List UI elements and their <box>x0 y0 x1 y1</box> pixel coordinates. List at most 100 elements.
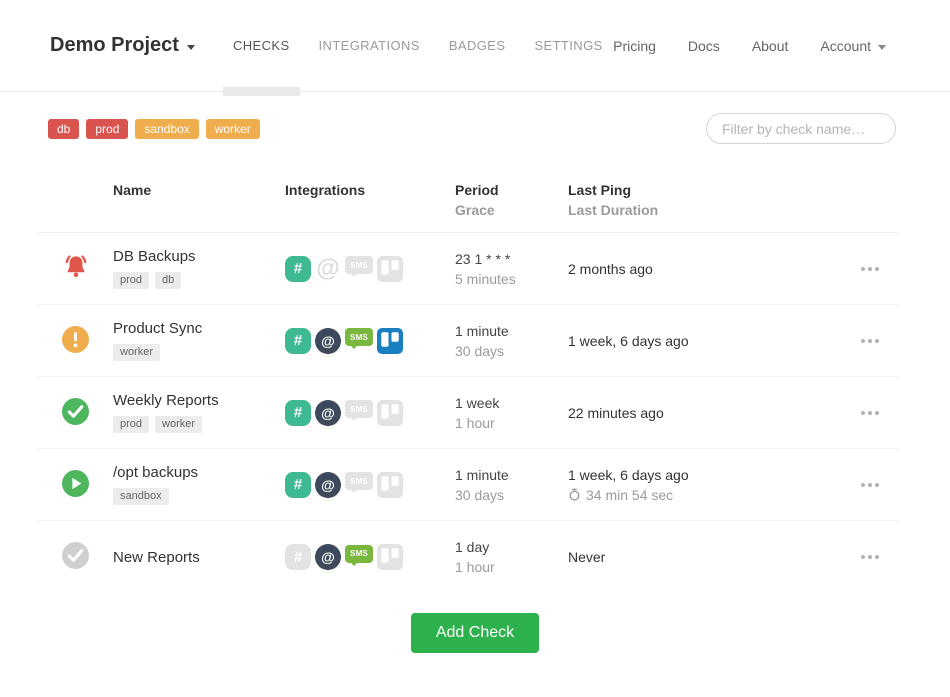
filter-tags: dbprod sandbox worker <box>48 119 260 139</box>
chevron-down-icon <box>878 45 886 50</box>
sms-icon: SMS <box>345 400 373 418</box>
grace-warning-icon <box>62 326 89 356</box>
tab-integrations[interactable]: INTEGRATIONS <box>309 0 430 91</box>
last-ping-value: 1 week, 6 days ago <box>568 333 823 349</box>
primary-tabs: CHECKSINTEGRATIONSBADGESSETTINGS <box>223 0 613 91</box>
checks-table: Name Integrations Period Grace Last Ping… <box>38 182 898 593</box>
table-body: DB Backups proddb #@SMS 23 1 * * * 5 min… <box>38 233 898 593</box>
row-menu-button[interactable] <box>859 549 898 565</box>
header-last-ping: Last Ping <box>568 182 823 198</box>
header-last-duration: Last Duration <box>568 202 823 218</box>
row-menu-button[interactable] <box>859 477 898 493</box>
tab-badges[interactable]: BADGES <box>439 0 516 91</box>
search-input[interactable] <box>706 113 896 144</box>
row-menu-button[interactable] <box>859 261 898 277</box>
header-period: Period <box>455 182 568 198</box>
check-tags: proddb <box>113 272 285 289</box>
nav-link-about[interactable]: About <box>752 38 789 54</box>
last-duration-value: 34 min 54 sec <box>568 487 823 503</box>
project-menu[interactable]: Demo Project <box>50 34 195 57</box>
add-check-area: Add Check <box>0 613 950 653</box>
nav-link-pricing[interactable]: Pricing <box>613 38 656 54</box>
header-integrations: Integrations <box>285 182 455 198</box>
last-ping-value: 22 minutes ago <box>568 405 823 421</box>
tab-settings[interactable]: SETTINGS <box>524 0 612 91</box>
email-icon: @ <box>315 472 341 498</box>
grace-value: 1 hour <box>455 559 568 575</box>
grace-value: 30 days <box>455 487 568 503</box>
filter-tag-sandbox[interactable]: sandbox <box>135 119 198 139</box>
sms-icon: SMS <box>345 328 373 346</box>
integrations-cell: #@SMS <box>285 544 455 570</box>
table-row[interactable]: Product Sync worker #@SMS 1 minute 30 da… <box>38 305 898 377</box>
sms-icon: SMS <box>345 256 373 274</box>
table-row[interactable]: New Reports #@SMS 1 day 1 hour Never <box>38 521 898 593</box>
sms-icon: SMS <box>345 545 373 563</box>
integrations-cell: #@SMS <box>285 400 455 426</box>
tab-checks[interactable]: CHECKS <box>223 0 300 91</box>
secondary-nav: Pricing Docs About Account <box>613 38 886 54</box>
trello-icon <box>377 544 403 570</box>
slack-icon: # <box>285 400 311 426</box>
slack-icon: # <box>285 472 311 498</box>
slack-icon: # <box>285 544 311 570</box>
filter-tag-db[interactable]: db <box>48 119 79 139</box>
email-icon: @ <box>315 256 341 282</box>
slack-icon: # <box>285 328 311 354</box>
filter-bar: dbprod sandbox worker <box>0 92 950 144</box>
check-tag: worker <box>155 416 202 433</box>
period-value: 1 minute <box>455 467 568 483</box>
account-label: Account <box>820 38 871 54</box>
alert-bell-icon <box>60 251 92 286</box>
period-value: 1 week <box>455 395 568 411</box>
grace-value: 30 days <box>455 343 568 359</box>
grace-value: 1 hour <box>455 415 568 431</box>
filter-tag-prod[interactable]: prod <box>86 119 128 139</box>
check-name[interactable]: DB Backups <box>113 248 285 265</box>
table-row[interactable]: /opt backups sandbox #@SMS 1 minute 30 d… <box>38 449 898 521</box>
add-check-button[interactable]: Add Check <box>411 613 539 653</box>
nav-link-docs[interactable]: Docs <box>688 38 720 54</box>
last-ping-value: 1 week, 6 days ago <box>568 467 823 483</box>
trello-icon <box>377 256 403 282</box>
check-name[interactable]: Product Sync <box>113 320 285 337</box>
table-row[interactable]: Weekly Reports prod worker #@SMS 1 week 1… <box>38 377 898 449</box>
running-play-icon <box>62 470 89 500</box>
trello-icon <box>377 328 403 354</box>
grace-value: 5 minutes <box>455 271 568 287</box>
slack-icon: # <box>285 256 311 282</box>
trello-icon <box>377 400 403 426</box>
top-nav: Demo Project CHECKSINTEGRATIONSBADGESSET… <box>0 0 950 92</box>
email-icon: @ <box>315 400 341 426</box>
integrations-cell: #@SMS <box>285 328 455 354</box>
chevron-down-icon <box>187 45 195 50</box>
stopwatch-icon <box>568 488 581 501</box>
integrations-cell: #@SMS <box>285 472 455 498</box>
trello-icon <box>377 472 403 498</box>
check-name[interactable]: /opt backups <box>113 464 285 481</box>
header-grace: Grace <box>455 202 568 218</box>
new-check-icon <box>62 542 89 572</box>
up-check-icon <box>62 398 89 428</box>
check-name[interactable]: New Reports <box>113 549 285 566</box>
filter-tag-worker[interactable]: worker <box>206 119 260 139</box>
header-name: Name <box>113 182 285 198</box>
table-header: Name Integrations Period Grace Last Ping… <box>38 182 898 233</box>
table-row[interactable]: DB Backups proddb #@SMS 23 1 * * * 5 min… <box>38 233 898 305</box>
check-tag: worker <box>113 344 160 361</box>
integrations-cell: #@SMS <box>285 256 455 282</box>
period-value: 1 day <box>455 539 568 555</box>
check-tag: prod <box>113 416 149 433</box>
check-tags: worker <box>113 344 285 361</box>
row-menu-button[interactable] <box>859 333 898 349</box>
check-tag: db <box>155 272 181 289</box>
check-tags: prod worker <box>113 416 285 433</box>
check-name[interactable]: Weekly Reports <box>113 392 285 409</box>
check-tag: prod <box>113 272 149 289</box>
check-tags: sandbox <box>113 488 285 505</box>
email-icon: @ <box>315 544 341 570</box>
account-menu[interactable]: Account <box>820 38 886 54</box>
row-menu-button[interactable] <box>859 405 898 421</box>
last-ping-value: Never <box>568 549 823 565</box>
period-value: 1 minute <box>455 323 568 339</box>
